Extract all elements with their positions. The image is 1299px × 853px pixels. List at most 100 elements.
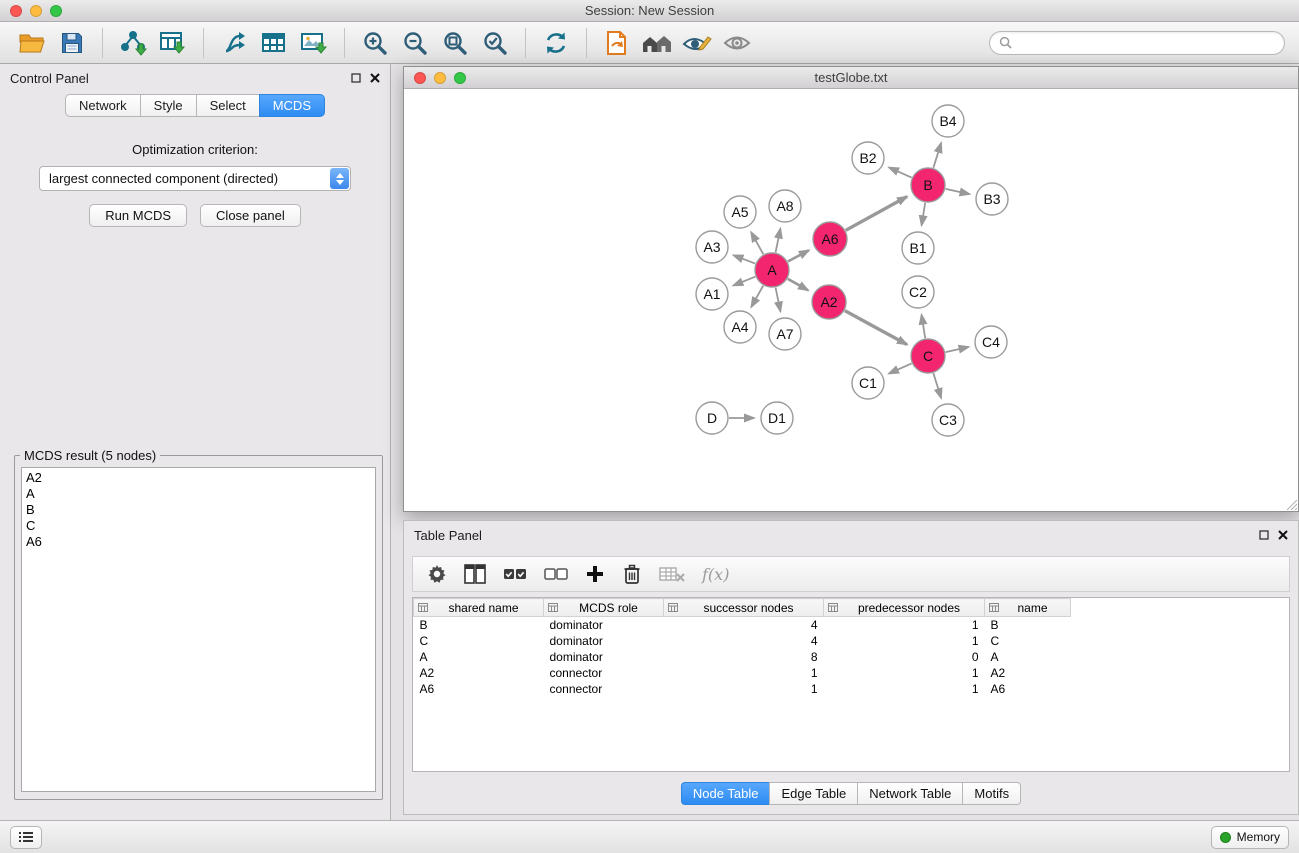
function-builder-button[interactable]: f(x) (702, 561, 729, 587)
new-network-button[interactable] (216, 26, 252, 60)
edge-C-C2[interactable] (922, 315, 926, 338)
table-cell[interactable]: 1 (824, 665, 985, 681)
table-cell[interactable]: dominator (544, 649, 664, 665)
add-column-button[interactable] (585, 561, 605, 587)
edge-A-A8[interactable] (776, 229, 781, 253)
table-cell[interactable]: 4 (664, 617, 824, 633)
close-network-window-button[interactable] (414, 72, 426, 84)
table-cell[interactable]: 0 (824, 649, 985, 665)
node-B1[interactable]: B1 (902, 232, 934, 264)
zoom-out-button[interactable] (397, 26, 433, 60)
node-D1[interactable]: D1 (761, 402, 793, 434)
edge-C-C1[interactable] (889, 363, 912, 373)
table-cell[interactable]: 1 (664, 681, 824, 697)
tab-network[interactable]: Network (65, 94, 140, 117)
minimize-window-button[interactable] (30, 5, 42, 17)
table-cell[interactable]: connector (544, 665, 664, 681)
node-D[interactable]: D (696, 402, 728, 434)
tab-network-table[interactable]: Network Table (857, 782, 962, 805)
result-item[interactable]: C (26, 518, 371, 534)
task-history-button[interactable] (10, 826, 42, 849)
table-cell[interactable]: A (985, 649, 1071, 665)
tab-node-table[interactable]: Node Table (681, 782, 770, 805)
column-header[interactable]: successor nodes (664, 599, 824, 617)
memory-button[interactable]: Memory (1211, 826, 1289, 849)
search-input[interactable] (1017, 35, 1275, 50)
tab-select[interactable]: Select (196, 94, 259, 117)
show-hide-button[interactable] (719, 26, 755, 60)
table-cell[interactable]: B (414, 617, 544, 633)
open-document-button[interactable] (599, 26, 635, 60)
node-A1[interactable]: A1 (696, 278, 728, 310)
column-header[interactable]: predecessor nodes (824, 599, 985, 617)
result-item[interactable]: A6 (26, 534, 371, 550)
float-panel-icon[interactable] (351, 73, 361, 83)
node-C2[interactable]: C2 (902, 276, 934, 308)
save-session-button[interactable] (54, 26, 90, 60)
show-column-button[interactable] (464, 561, 486, 587)
table-cell[interactable]: dominator (544, 617, 664, 633)
node-A8[interactable]: A8 (769, 190, 801, 222)
resize-grip-icon[interactable] (1284, 497, 1297, 510)
optimization-criterion-dropdown[interactable]: largest connected component (directed) (39, 166, 351, 191)
minimize-network-window-button[interactable] (434, 72, 446, 84)
node-A7[interactable]: A7 (769, 318, 801, 350)
table-cell[interactable]: A2 (414, 665, 544, 681)
node-B[interactable]: B (911, 168, 945, 202)
delete-table-button[interactable] (659, 561, 685, 587)
node-A[interactable]: A (755, 253, 789, 287)
edge-B-B1[interactable] (922, 203, 926, 226)
table-cell[interactable]: 4 (664, 633, 824, 649)
deselect-all-button[interactable] (544, 561, 568, 587)
node-C4[interactable]: C4 (975, 326, 1007, 358)
tab-motifs[interactable]: Motifs (962, 782, 1021, 805)
network-canvas[interactable]: B4B2BB3A5A8A6A3B1AC2A1A2A4A7C4CC1C3DD1 (404, 89, 1298, 511)
table-row[interactable]: Cdominator41C (414, 633, 1071, 649)
table-row[interactable]: Adominator80A (414, 649, 1071, 665)
edge-A-A5[interactable] (751, 232, 763, 254)
column-header[interactable]: shared name (414, 599, 544, 617)
node-A3[interactable]: A3 (696, 231, 728, 263)
tab-style[interactable]: Style (140, 94, 196, 117)
import-network-button[interactable] (115, 26, 151, 60)
table-cell[interactable]: 1 (824, 617, 985, 633)
zoom-fit-button[interactable] (437, 26, 473, 60)
node-B2[interactable]: B2 (852, 142, 884, 174)
node-C3[interactable]: C3 (932, 404, 964, 436)
table-row[interactable]: Bdominator41B (414, 617, 1071, 633)
result-item[interactable]: B (26, 502, 371, 518)
node-A2[interactable]: A2 (812, 285, 846, 319)
float-panel-icon[interactable] (1259, 530, 1269, 540)
node-C1[interactable]: C1 (852, 367, 884, 399)
node-A4[interactable]: A4 (724, 311, 756, 343)
table-row[interactable]: A2connector11A2 (414, 665, 1071, 681)
delete-column-button[interactable] (622, 561, 642, 587)
node-B4[interactable]: B4 (932, 105, 964, 137)
edge-A-A7[interactable] (776, 288, 781, 312)
edge-C-C3[interactable] (933, 373, 941, 398)
edge-B-B2[interactable] (889, 167, 912, 177)
edge-B-B3[interactable] (946, 189, 970, 194)
close-window-button[interactable] (10, 5, 22, 17)
table-cell[interactable]: A6 (985, 681, 1071, 697)
column-header[interactable]: MCDS role (544, 599, 664, 617)
import-table-button[interactable] (155, 26, 191, 60)
table-cell[interactable]: 1 (664, 665, 824, 681)
mcds-result-list[interactable]: A2ABCA6 (21, 467, 376, 792)
table-cell[interactable]: C (414, 633, 544, 649)
edge-B-B4[interactable] (933, 143, 941, 168)
table-cell[interactable]: A6 (414, 681, 544, 697)
run-mcds-button[interactable]: Run MCDS (89, 204, 187, 227)
select-all-button[interactable] (503, 561, 527, 587)
new-table-button[interactable] (256, 26, 292, 60)
table-cell[interactable]: connector (544, 681, 664, 697)
table-cell[interactable]: dominator (544, 633, 664, 649)
table-cell[interactable]: A (414, 649, 544, 665)
table-cell[interactable]: B (985, 617, 1071, 633)
table-cell[interactable]: 1 (824, 633, 985, 649)
close-panel-button[interactable]: Close panel (200, 204, 301, 227)
zoom-in-button[interactable] (357, 26, 393, 60)
edge-A2-C[interactable] (845, 311, 907, 345)
zoom-window-button[interactable] (50, 5, 62, 17)
close-panel-icon[interactable] (370, 73, 380, 83)
